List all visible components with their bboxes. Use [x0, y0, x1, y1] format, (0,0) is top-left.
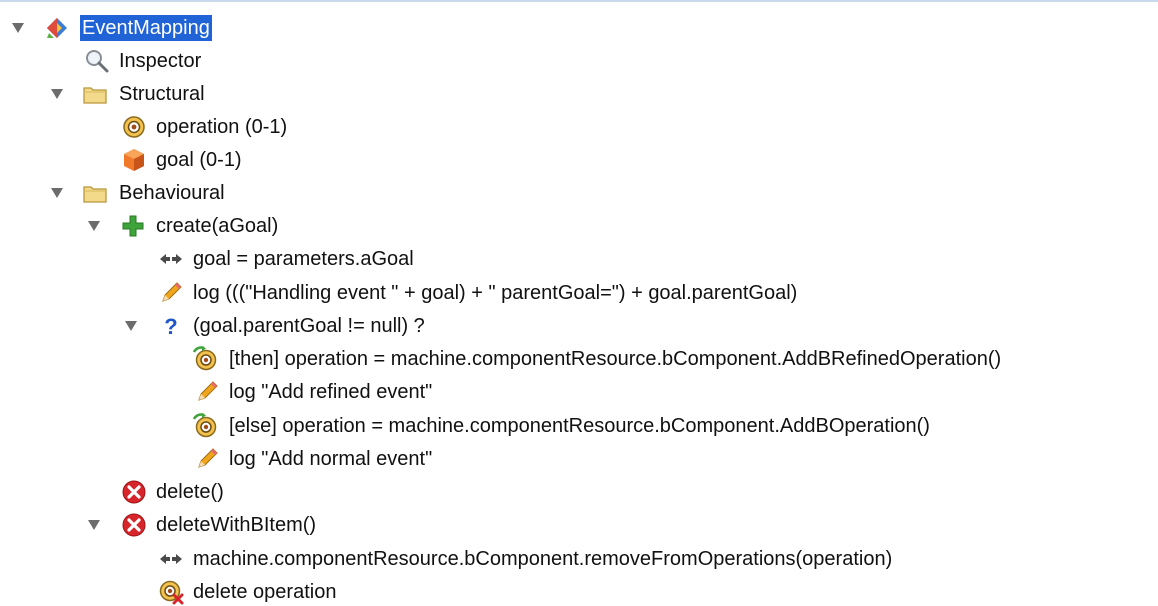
tree-node-else-log[interactable]: log "Add normal event": [0, 443, 1158, 475]
event-mapping-icon: [44, 15, 70, 41]
operation-assign-icon: [192, 413, 218, 439]
plus-icon: [120, 213, 146, 239]
pencil-icon: [194, 446, 220, 472]
tree-node-else-operation[interactable]: [else] operation = machine.componentReso…: [0, 410, 1158, 442]
delete-icon: [121, 512, 147, 538]
delete-operation-icon: [158, 579, 184, 605]
pencil-icon: [158, 280, 184, 306]
tree-node-behavioural[interactable]: Behavioural: [0, 177, 1158, 209]
operation-icon: [121, 114, 147, 140]
tree-node-goal[interactable]: goal (0-1): [0, 144, 1158, 176]
tree-node-label: [else] operation = machine.componentReso…: [229, 415, 930, 437]
tree-node-label: EventMapping: [80, 15, 212, 41]
tree-node-label: Structural: [119, 83, 205, 105]
tree-node-assignment[interactable]: goal = parameters.aGoal: [0, 243, 1158, 275]
tree-node-label: (goal.parentGoal != null) ?: [193, 315, 425, 337]
svg-text:?: ?: [164, 314, 177, 339]
tree-node-label: deleteWithBItem(): [156, 514, 317, 536]
pencil-icon: [194, 379, 220, 405]
tree-node-label: create(aGoal): [156, 215, 279, 237]
tree-node-label: Inspector: [119, 50, 202, 72]
assignment-arrows-icon: [158, 546, 184, 572]
tree-node-create[interactable]: create(aGoal): [0, 210, 1158, 242]
tree-node-label: delete(): [156, 481, 224, 503]
tree-node-delete-with-bitem[interactable]: deleteWithBItem(): [0, 509, 1158, 541]
tree-node-operation[interactable]: operation (0-1): [0, 111, 1158, 143]
tree-node-then-log[interactable]: log "Add refined event": [0, 376, 1158, 408]
tree-node-delete[interactable]: delete(): [0, 476, 1158, 508]
tree-node-label: log "Add normal event": [229, 448, 433, 470]
tree-node-conditional[interactable]: ? (goal.parentGoal != null) ?: [0, 310, 1158, 342]
tree-node-label: goal (0-1): [156, 149, 242, 171]
assignment-arrows-icon: [158, 246, 184, 272]
tree-node-label: machine.componentResource.bComponent.rem…: [193, 548, 893, 570]
tree-node-structural[interactable]: Structural: [0, 78, 1158, 110]
folder-icon: [82, 180, 108, 206]
folder-icon: [82, 81, 108, 107]
collapse-toggle-icon[interactable]: [12, 23, 24, 33]
tree-node-label: delete operation: [193, 581, 337, 603]
tree-node-then-operation[interactable]: [then] operation = machine.componentReso…: [0, 343, 1158, 375]
tree-node-label: operation (0-1): [156, 116, 288, 138]
tree-node-label: log ((("Handling event " + goal) + " par…: [193, 282, 798, 304]
collapse-toggle-icon[interactable]: [88, 221, 100, 231]
collapse-toggle-icon[interactable]: [88, 520, 100, 530]
goal-cube-icon: [121, 147, 147, 173]
tree-node-delete-operation[interactable]: delete operation: [0, 576, 1158, 606]
tree-node-label: goal = parameters.aGoal: [193, 248, 414, 270]
tree-node-remove-call[interactable]: machine.componentResource.bComponent.rem…: [0, 543, 1158, 575]
tree-node-inspector[interactable]: Inspector: [0, 45, 1158, 77]
question-icon: ?: [158, 313, 184, 339]
magnifier-icon: [84, 48, 110, 74]
tree-node-label: log "Add refined event": [229, 381, 433, 403]
collapse-toggle-icon[interactable]: [51, 188, 63, 198]
operation-assign-icon: [192, 346, 218, 372]
tree-node-label: [then] operation = machine.componentReso…: [229, 348, 1002, 370]
structure-tree: EventMapping Inspector Structural operat…: [0, 0, 1158, 606]
collapse-toggle-icon[interactable]: [125, 321, 137, 331]
tree-node-log[interactable]: log ((("Handling event " + goal) + " par…: [0, 277, 1158, 309]
tree-node-eventmapping[interactable]: EventMapping: [0, 12, 1158, 44]
tree-node-label: Behavioural: [119, 182, 225, 204]
collapse-toggle-icon[interactable]: [51, 89, 63, 99]
delete-icon: [121, 479, 147, 505]
